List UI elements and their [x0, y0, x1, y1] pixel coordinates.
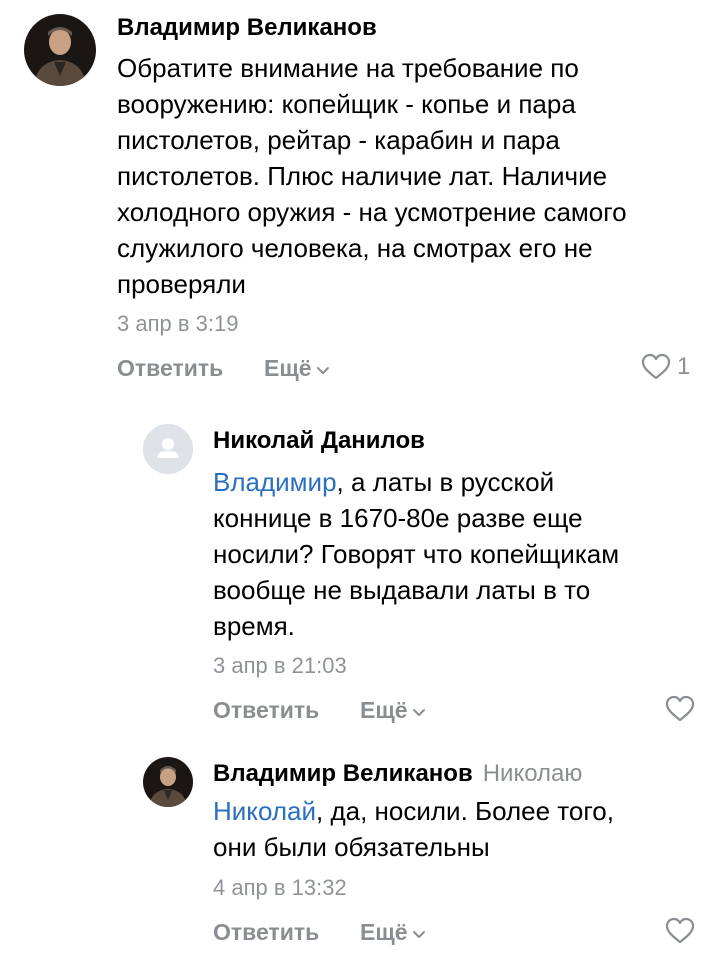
more-label: Ещё: [360, 919, 408, 945]
user-photo-icon: [24, 14, 96, 86]
more-label: Ещё: [360, 697, 408, 723]
comment-item: Владимир Великанов Обратите внимание на …: [0, 0, 720, 400]
mention-link[interactable]: Владимир: [213, 467, 337, 497]
author-name[interactable]: Владимир Великанов: [117, 14, 377, 42]
author-avatar[interactable]: [143, 424, 193, 474]
author-name[interactable]: Николай Данилов: [213, 427, 425, 455]
like-button[interactable]: [665, 695, 701, 723]
chevron-down-icon: [412, 708, 425, 716]
reply-button[interactable]: Ответить: [213, 919, 319, 946]
comment-actions: Ответить Ещё: [213, 695, 701, 727]
comment-text: Николай, да, носили. Более того, они был…: [213, 793, 693, 865]
comment-text: Владимир, а латы в русской коннице в 167…: [213, 464, 693, 644]
comment-date[interactable]: 3 апр в 3:19: [117, 311, 238, 337]
chevron-down-icon: [412, 930, 425, 938]
author-name-text: Николай Данилов: [213, 427, 425, 454]
reply-comment-item: Владимир Великанов Николаю Николай, да, н…: [0, 745, 720, 970]
mention-link[interactable]: Николай: [213, 796, 316, 826]
comment-actions: Ответить Ещё 1: [117, 353, 702, 385]
author-name[interactable]: Владимир Великанов Николаю: [213, 760, 582, 788]
more-button[interactable]: Ещё: [264, 355, 330, 382]
more-button[interactable]: Ещё: [360, 919, 426, 946]
comment-actions: Ответить Ещё: [213, 917, 701, 949]
reply-to-label[interactable]: Николаю: [483, 760, 583, 787]
like-button[interactable]: 1: [641, 353, 690, 381]
author-name-text: Владимир Великанов: [213, 760, 473, 787]
author-avatar[interactable]: [24, 14, 96, 86]
user-photo-icon: [143, 757, 193, 807]
default-avatar-icon: [143, 424, 193, 474]
like-count: 1: [677, 353, 691, 380]
comment-date[interactable]: 4 апр в 13:32: [213, 875, 347, 901]
reply-button[interactable]: Ответить: [213, 697, 319, 724]
heart-icon: [665, 917, 695, 944]
like-button[interactable]: [665, 917, 701, 945]
more-button[interactable]: Ещё: [360, 697, 426, 724]
heart-icon: [641, 353, 671, 380]
reply-button[interactable]: Ответить: [117, 355, 223, 382]
more-label: Ещё: [264, 355, 312, 381]
chevron-down-icon: [316, 366, 329, 374]
heart-icon: [665, 695, 695, 722]
author-name-text: Владимир Великанов: [117, 14, 377, 41]
author-avatar[interactable]: [143, 757, 193, 807]
comment-text: Обратите внимание на требование по воору…: [117, 53, 627, 299]
comment-date[interactable]: 3 апр в 21:03: [213, 653, 347, 679]
reply-comment-item: Николай Данилов Владимир, а латы в русск…: [0, 410, 720, 740]
